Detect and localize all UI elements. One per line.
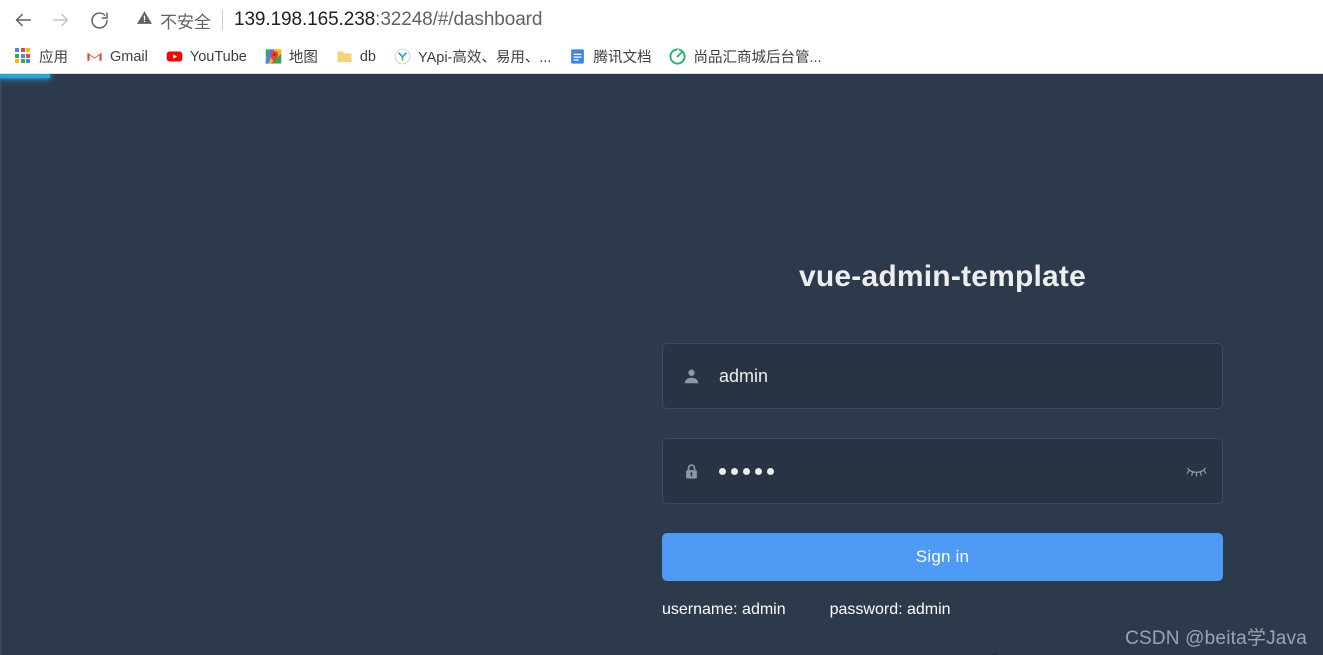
password-masked-value[interactable]	[719, 439, 1170, 503]
password-hint: password: admin	[829, 601, 951, 618]
bookmark-maps[interactable]: 地图	[256, 43, 327, 70]
browser-chrome: 不安全 139.198.165.238:32248/#/dashboard 应用	[0, 0, 1323, 74]
sign-in-button[interactable]: Sign in	[662, 533, 1223, 581]
page-loading-progress-bar	[0, 74, 50, 78]
warning-triangle-icon	[136, 9, 153, 31]
omnibox-divider	[222, 10, 223, 30]
tencent-docs-icon	[569, 48, 586, 65]
reload-icon	[89, 10, 110, 31]
url-host: 139.198.165.238	[234, 9, 376, 30]
security-status[interactable]: 不安全	[136, 8, 211, 33]
url-text: 139.198.165.238:32248/#/dashboard	[234, 9, 542, 31]
back-button[interactable]	[4, 3, 42, 37]
google-maps-icon	[265, 48, 282, 65]
yapi-icon	[394, 48, 411, 65]
login-page: vue-admin-template admin Sign in usernam…	[0, 74, 1323, 655]
bookmark-shangpinhui[interactable]: 尚品汇商城后台管...	[660, 43, 830, 70]
lock-icon	[663, 462, 719, 481]
bookmark-gmail[interactable]: Gmail	[77, 45, 157, 68]
bookmark-label: YApi-高效、易用、...	[418, 50, 552, 66]
security-label: 不安全	[160, 12, 211, 32]
arrow-left-icon	[12, 9, 34, 31]
login-form: vue-admin-template admin Sign in usernam…	[662, 260, 1223, 619]
bookmark-tencent-docs[interactable]: 腾讯文档	[560, 43, 660, 70]
url-path: /#/dashboard	[432, 9, 543, 30]
green-circle-icon	[669, 48, 686, 65]
bookmark-youtube[interactable]: YouTube	[157, 45, 256, 68]
forward-button[interactable]	[42, 3, 80, 37]
address-bar[interactable]: 不安全 139.198.165.238:32248/#/dashboard	[126, 3, 1323, 37]
screen: 不安全 139.198.165.238:32248/#/dashboard 应用	[0, 0, 1323, 655]
bookmark-label: 腾讯文档	[593, 50, 652, 66]
reload-button[interactable]	[80, 3, 118, 37]
browser-toolbar: 不安全 139.198.165.238:32248/#/dashboard	[0, 0, 1323, 40]
folder-icon	[336, 48, 353, 65]
bookmark-label: 尚品汇商城后台管...	[693, 50, 822, 66]
username-field[interactable]	[662, 343, 1223, 409]
apps-grid-icon	[15, 48, 32, 65]
bookmark-yapi[interactable]: YApi-高效、易用、...	[385, 43, 560, 70]
watermark: CSDN @beita学Java	[1125, 628, 1307, 649]
left-edge-rail	[0, 78, 2, 655]
bookmark-apps[interactable]: 应用	[6, 43, 77, 70]
bookmarks-bar: 应用 Gmail YouTube 地图 db YApi-高效、易用、... 腾讯…	[0, 40, 1323, 74]
bookmark-db[interactable]: db	[327, 45, 385, 68]
arrow-right-icon	[50, 9, 72, 31]
password-field[interactable]	[662, 438, 1223, 504]
bookmark-label: YouTube	[189, 48, 247, 65]
bookmark-label: db	[359, 48, 376, 65]
url-port: :32248	[375, 9, 433, 30]
user-icon	[663, 367, 719, 386]
page-title: vue-admin-template	[799, 260, 1086, 293]
password-visibility-toggle[interactable]	[1170, 439, 1222, 503]
username-hint: username: admin	[662, 601, 786, 618]
credentials-hint: username: admin password: admin	[662, 601, 1223, 619]
bookmark-label: Gmail	[110, 48, 148, 65]
gmail-icon	[86, 48, 103, 65]
bookmark-label: 应用	[39, 50, 68, 66]
username-input[interactable]	[719, 344, 1222, 408]
youtube-icon	[166, 48, 183, 65]
eye-closed-icon	[1186, 463, 1207, 479]
bookmark-label: 地图	[288, 50, 318, 66]
